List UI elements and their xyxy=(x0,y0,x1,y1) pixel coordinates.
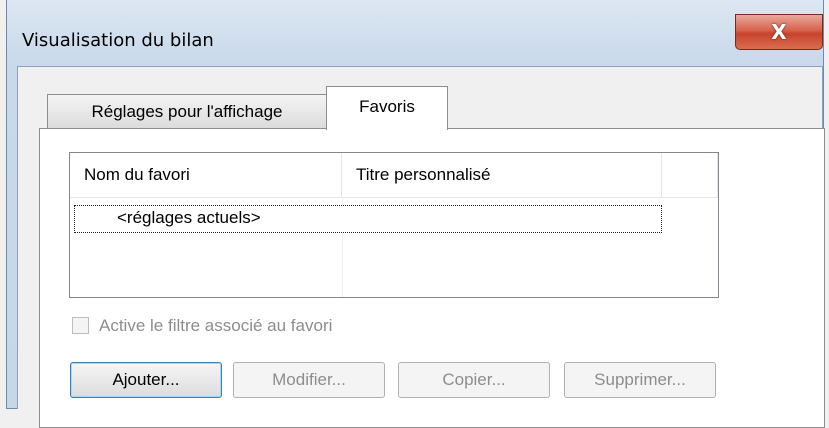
filter-checkbox-label: Active le filtre associé au favori xyxy=(99,316,333,335)
list-header: Nom du favori Titre personnalisé xyxy=(70,153,718,198)
add-button[interactable]: Ajouter... xyxy=(70,362,222,398)
close-button[interactable]: X xyxy=(735,14,823,50)
tab-display-settings[interactable]: Réglages pour l'affichage xyxy=(47,94,327,128)
dialog-window: Visualisation du bilan X Réglages pour l… xyxy=(0,0,829,428)
favorites-list[interactable]: Nom du favori Titre personnalisé <réglag… xyxy=(69,152,719,298)
list-item-name: <réglages actuels> xyxy=(117,208,261,227)
copy-button[interactable]: Copier... xyxy=(398,362,550,398)
column-header-favorite-name[interactable]: Nom du favori xyxy=(70,153,342,197)
close-icon: X xyxy=(771,20,787,44)
column-header-custom-title[interactable]: Titre personnalisé xyxy=(342,153,662,197)
column-header-filler xyxy=(662,153,718,197)
modify-button[interactable]: Modifier... xyxy=(233,362,385,398)
delete-button[interactable]: Supprimer... xyxy=(564,362,716,398)
window-title: Visualisation du bilan xyxy=(22,30,214,51)
tab-favorites[interactable]: Favoris xyxy=(326,86,448,130)
list-item[interactable]: <réglages actuels> xyxy=(74,205,662,233)
filter-checkbox[interactable] xyxy=(72,317,89,334)
